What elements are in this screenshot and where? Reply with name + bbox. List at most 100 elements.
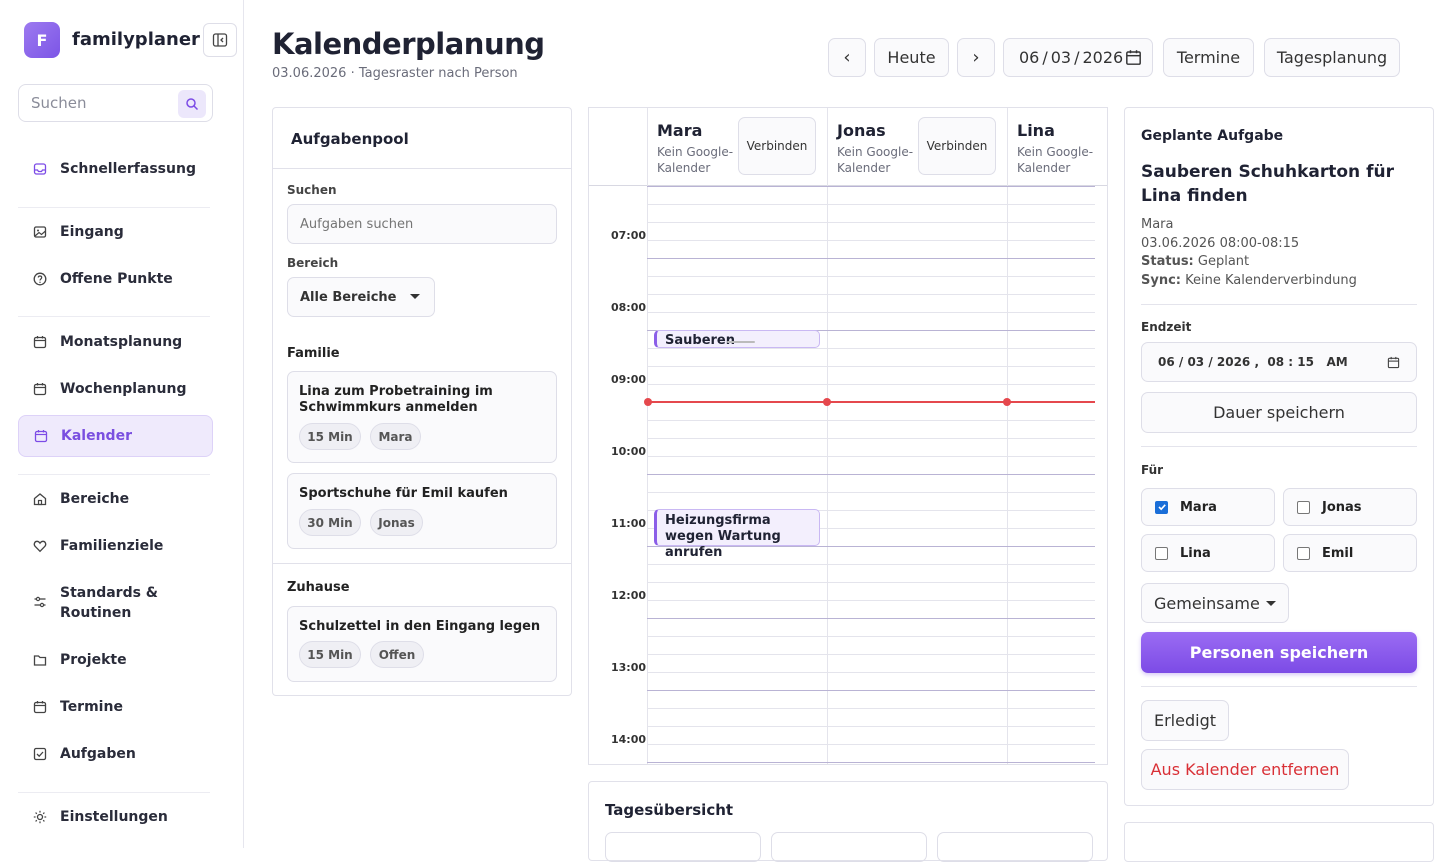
nav-label: Schnellerfassung — [60, 161, 196, 177]
duration-chip: 30 Min — [299, 509, 361, 536]
task-card[interactable]: Schulzettel in den Eingang legen 15 Min … — [287, 606, 557, 682]
nav-aufgaben[interactable]: Aufgaben — [18, 733, 213, 775]
task-card[interactable]: Lina zum Probetraining im Schwimmkurs an… — [287, 371, 557, 463]
today-button[interactable]: Heute — [874, 38, 949, 77]
today-label: Heute — [887, 48, 936, 67]
date-sep: / — [1042, 48, 1048, 67]
quarter-gridline — [647, 654, 1095, 655]
column-divider — [827, 186, 828, 764]
group-heading: Zuhause — [287, 580, 350, 595]
person-checkbox-lina[interactable]: Lina — [1141, 534, 1275, 572]
save-persons-button[interactable]: Personen speichern — [1141, 632, 1417, 673]
day-overview-panel: Tagesübersicht — [588, 781, 1108, 862]
person-checkbox-emil[interactable]: Emil — [1283, 534, 1417, 572]
detail-status: Status: Geplant — [1141, 254, 1249, 269]
nav-wochenplanung[interactable]: Wochenplanung — [18, 368, 213, 410]
pool-search-label: Suchen — [287, 183, 337, 197]
nav-einstellungen[interactable]: Einstellungen — [18, 796, 213, 838]
mark-done-button[interactable]: Erledigt — [1141, 700, 1229, 741]
next-day-button[interactable]: › — [957, 38, 995, 77]
nav-offene-punkte[interactable]: Offene Punkte — [18, 258, 213, 300]
column-divider — [647, 186, 648, 764]
nav-standards-routinen[interactable]: Standards & Routinen — [18, 582, 213, 624]
image-icon — [33, 226, 47, 238]
person-name: Mara — [657, 121, 703, 140]
detail-time: 03.06.2026 08:00-08:15 — [1141, 236, 1300, 251]
checkbox-unchecked[interactable] — [1297, 500, 1310, 514]
checkbox-unchecked[interactable] — [1155, 546, 1168, 560]
app-name: familyplaner — [72, 29, 200, 50]
task-card[interactable]: Sportschuhe für Emil kaufen 30 Min Jonas — [287, 473, 557, 549]
connect-calendar-button[interactable]: Verbinden — [738, 117, 816, 175]
detail-divider — [1141, 686, 1417, 687]
remove-from-calendar-button[interactable]: Aus Kalender entfernen — [1141, 749, 1349, 790]
nav-bereiche[interactable]: Bereiche — [18, 478, 213, 520]
nav-monatsplanung[interactable]: Monatsplanung — [18, 321, 213, 363]
quarter-gridline — [647, 492, 1095, 493]
quarter-gridline — [647, 384, 1095, 385]
checkbox-unchecked[interactable] — [1297, 546, 1310, 560]
nav-schnellerfassung[interactable]: Schnellerfassung — [18, 148, 213, 190]
app-logo[interactable]: F — [24, 22, 60, 58]
current-time-marker — [644, 398, 652, 406]
tagesplanung-button[interactable]: Tagesplanung — [1264, 38, 1400, 77]
quarter-gridline — [647, 582, 1095, 583]
detail-task-title: Sauberen Schuhkarton für Lina finden — [1141, 162, 1394, 206]
prev-day-button[interactable]: ‹ — [828, 38, 866, 77]
nav-eingang[interactable]: Eingang — [18, 211, 213, 253]
save-duration-button[interactable]: Dauer speichern — [1141, 392, 1417, 433]
quarter-gridline — [647, 348, 1095, 349]
event-resize-handle[interactable] — [727, 341, 755, 343]
detail-person: Mara — [1141, 217, 1174, 232]
search-button[interactable] — [178, 90, 206, 118]
scheduled-event[interactable]: Heizungsfirma wegen Wartung anrufen — [654, 509, 820, 560]
overview-card[interactable] — [937, 832, 1093, 862]
hour-gridline — [647, 186, 1095, 187]
hour-gridline — [647, 474, 1095, 475]
collapse-sidebar-button[interactable] — [203, 23, 237, 57]
inbox-icon — [33, 163, 47, 175]
date-year: 2026 — [1082, 48, 1124, 67]
event-title: Sauberen — [665, 333, 735, 348]
area-select[interactable]: Alle Bereiche — [287, 277, 435, 317]
shared-select[interactable]: Gemeinsame — [1141, 583, 1289, 623]
nav-label: Kalender — [61, 428, 132, 444]
time-label: 11:00 — [611, 517, 647, 530]
calendar-connection-status: Kein Google-Kalender — [837, 145, 914, 175]
hour-gridline — [647, 258, 1095, 259]
nav-kalender[interactable]: Kalender — [18, 415, 213, 457]
person-checkbox-label: Lina — [1180, 545, 1211, 561]
person-checkbox-jonas[interactable]: Jonas — [1283, 488, 1417, 526]
current-time-marker — [823, 398, 831, 406]
help-circle-icon — [33, 272, 47, 286]
person-chip: Offen — [370, 641, 424, 668]
quarter-gridline — [647, 312, 1095, 313]
hour-gridline — [647, 762, 1095, 763]
person-checkbox-label: Mara — [1180, 499, 1217, 515]
nav-projekte[interactable]: Projekte — [18, 639, 213, 681]
end-time-input[interactable]: 06 / 03 / 2026 , 08 : 15 AM — [1141, 342, 1417, 382]
checkbox-checked[interactable] — [1155, 500, 1168, 514]
quarter-gridline — [647, 636, 1095, 637]
nav-termine[interactable]: Termine — [18, 686, 213, 728]
overview-card[interactable] — [605, 832, 761, 862]
calendar-picker-icon[interactable] — [1125, 49, 1142, 66]
sidebar: F familyplaner Schnellerfassung Eingang … — [0, 0, 244, 848]
date-input[interactable]: 06/03/2026 — [1003, 38, 1153, 77]
termine-button[interactable]: Termine — [1163, 38, 1254, 77]
pool-search-input[interactable] — [288, 205, 556, 243]
quarter-gridline — [647, 366, 1095, 367]
current-time-marker — [1003, 398, 1011, 406]
person-checkbox-mara[interactable]: Mara — [1141, 488, 1275, 526]
calendar-picker-icon[interactable] — [1387, 356, 1400, 369]
connect-calendar-button[interactable]: Verbinden — [918, 117, 996, 175]
check-icon — [1157, 504, 1166, 511]
sliders-icon — [34, 596, 46, 608]
overview-card[interactable] — [771, 832, 927, 862]
time-label: 07:00 — [611, 229, 647, 242]
sidebar-search-input[interactable] — [31, 94, 171, 112]
nav-label: Projekte — [60, 652, 127, 668]
quarter-gridline — [647, 708, 1095, 709]
scheduled-event[interactable]: Sauberen — [654, 330, 820, 348]
nav-familienziele[interactable]: Familienziele — [18, 525, 213, 567]
